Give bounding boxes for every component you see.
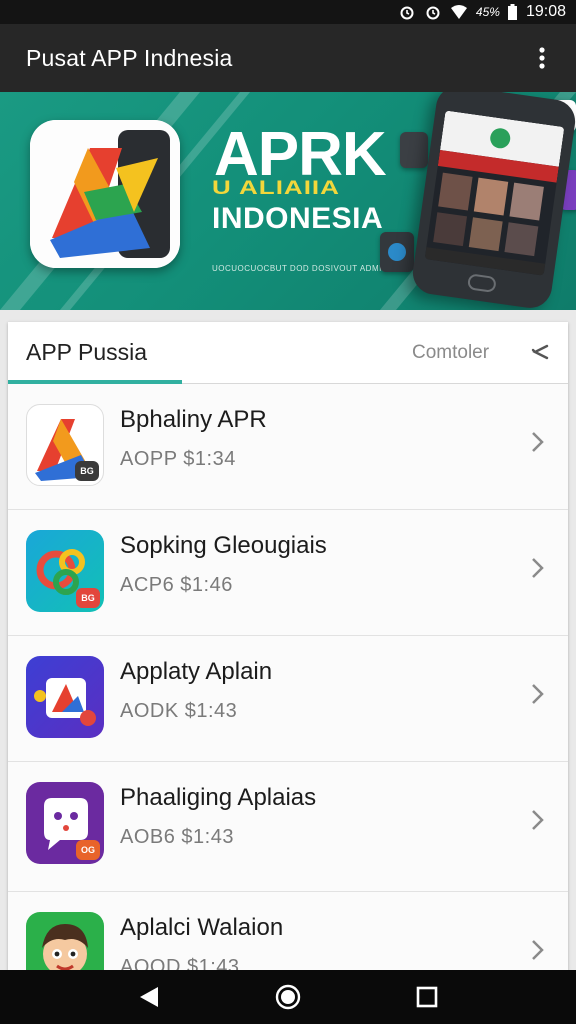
home-button[interactable] — [268, 977, 308, 1017]
floating-app-card — [380, 232, 414, 272]
clock: 19:08 — [525, 3, 566, 20]
app-price: AOPP $1:34 — [120, 448, 236, 470]
overflow-menu-button[interactable] — [522, 38, 562, 78]
app-list: BG Bphaliny APR AOPP $1:34 BG Sopking Gl… — [8, 384, 568, 982]
app-icon: BG — [26, 530, 104, 612]
app-name: Bphaliny APR — [120, 406, 267, 433]
app-title: Pusat APP Indnesia — [26, 44, 233, 71]
banner-title-secondary: U ALIAIIA — [212, 175, 340, 199]
app-list-card: APP Pussia Comtoler BG Bphaliny APR AOPP… — [8, 322, 568, 982]
chevron-right-icon — [532, 684, 544, 704]
chevron-right-icon — [532, 432, 544, 452]
banner-subtitle: INDONESIA — [212, 202, 384, 235]
chevron-right-icon — [532, 558, 544, 578]
app-name: Sopking Gleougiais — [120, 532, 327, 559]
app-badge: BG — [76, 588, 100, 608]
app-badge: BG — [75, 461, 99, 481]
app-price: AOB6 $1:43 — [120, 826, 234, 848]
list-item[interactable]: OG Phaaliging Aplaias AOB6 $1:43 — [8, 762, 568, 892]
recents-square-icon — [416, 986, 437, 1008]
tab-app-pussia[interactable]: APP Pussia — [26, 339, 147, 366]
chevron-right-icon — [532, 810, 544, 830]
list-item[interactable]: BG Bphaliny APR AOPP $1:34 — [8, 384, 568, 510]
list-item[interactable]: Applaty Aplain AODK $1:43 — [8, 636, 568, 762]
system-nav-bar — [0, 970, 576, 1024]
list-item[interactable]: BG Sopking Gleougiais ACP6 $1:46 — [8, 510, 568, 636]
app-icon: BG — [26, 404, 104, 486]
wifi-icon — [450, 3, 468, 21]
home-circle-icon — [275, 984, 301, 1010]
alarm-icon — [398, 3, 416, 21]
battery-icon — [508, 3, 518, 21]
app-name: Applaty Aplain — [120, 658, 273, 685]
banner-phone-mockup — [410, 92, 576, 310]
banner-app-logo — [30, 120, 180, 268]
app-icon — [26, 656, 104, 738]
back-triangle-icon — [140, 987, 159, 1007]
more-vert-icon — [539, 47, 545, 69]
app-bar: Pusat APP Indnesia — [0, 24, 576, 92]
list-item[interactable]: Aplalci Walaion AOOD $1:43 — [8, 892, 568, 982]
alarm-icon-2 — [424, 3, 442, 21]
collapse-button[interactable] — [526, 338, 554, 366]
collapse-icon — [531, 344, 549, 360]
battery-percent: 45% — [475, 5, 500, 19]
app-name: Aplalci Walaion — [120, 914, 284, 941]
floating-app-card — [400, 132, 428, 168]
app-icon: OG — [26, 782, 104, 864]
back-button[interactable] — [129, 977, 169, 1017]
banner-fine-print: UOCUOCUOCBUT DOD DOSIVOUT ADMIN — [212, 264, 389, 273]
tab-bar: APP Pussia Comtoler — [8, 322, 568, 384]
app-price: AODK $1:43 — [120, 700, 238, 722]
tab-comtoler[interactable]: Comtoler — [412, 342, 489, 364]
chevron-right-icon — [532, 940, 544, 960]
recents-button[interactable] — [407, 977, 447, 1017]
app-badge: OG — [76, 840, 100, 860]
app-price: ACP6 $1:46 — [120, 574, 233, 596]
app-name: Phaaliging Aplaias — [120, 784, 317, 811]
status-bar: 45% 19:08 — [0, 0, 576, 24]
promo-banner[interactable]: APRK U ALIAIIA INDONESIA UOCUOCUOCBUT DO… — [0, 92, 576, 310]
